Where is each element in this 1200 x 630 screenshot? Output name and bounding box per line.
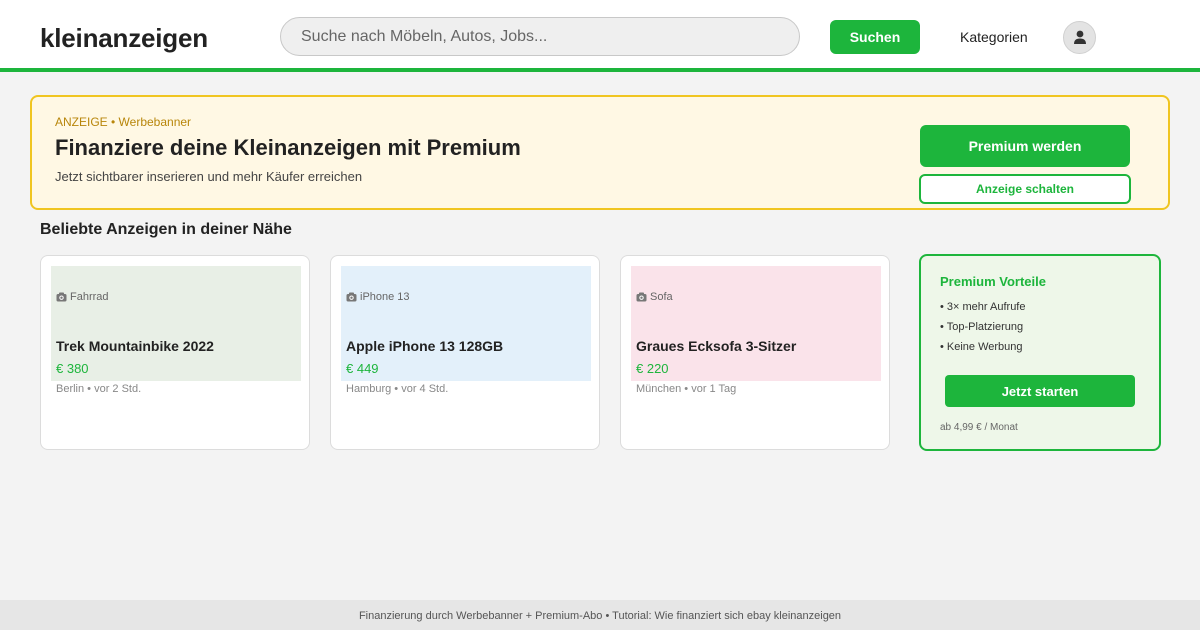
categories-link[interactable]: Kategorien bbox=[960, 29, 1028, 45]
benefits-list: • 3× mehr Aufrufe • Top-Platzierung • Ke… bbox=[940, 301, 1025, 361]
search-button[interactable]: Suchen bbox=[830, 20, 920, 54]
listing-meta: Berlin • vor 2 Std. bbox=[56, 383, 142, 395]
listing-price: € 449 bbox=[346, 361, 379, 376]
benefit-item: • Keine Werbung bbox=[940, 341, 1023, 353]
listing-category-label: Fahrrad bbox=[70, 291, 109, 303]
ad-label: ANZEIGE • Werbebanner bbox=[55, 115, 192, 129]
price-note: ab 4,99 € / Monat bbox=[940, 422, 1018, 433]
avatar[interactable] bbox=[1063, 21, 1096, 54]
image-icon bbox=[636, 292, 647, 302]
listing-price: € 220 bbox=[636, 361, 669, 376]
listing-title[interactable]: Graues Ecksofa 3-Sitzer bbox=[636, 338, 796, 354]
listing-image[interactable]: Fahrrad Trek Mountainbike 2022 € 380 bbox=[51, 266, 301, 381]
listing-image[interactable]: Sofa Graues Ecksofa 3-Sitzer € 220 bbox=[631, 266, 881, 381]
footer-caption: Finanzierung durch Werbebanner + Premium… bbox=[0, 600, 1200, 630]
banner-title: Finanziere deine Kleinanzeigen mit Premi… bbox=[55, 135, 521, 160]
listing-card[interactable]: iPhone 13 Apple iPhone 13 128GB € 449 Ha… bbox=[330, 255, 600, 450]
benefit-item: • 3× mehr Aufrufe bbox=[940, 301, 1026, 313]
listing-price: € 380 bbox=[56, 361, 89, 376]
search-input[interactable] bbox=[280, 17, 800, 56]
listing-image[interactable]: iPhone 13 Apple iPhone 13 128GB € 449 bbox=[341, 266, 591, 381]
user-icon bbox=[1074, 30, 1086, 44]
ad-banner: ANZEIGE • Werbebanner Finanziere deine K… bbox=[30, 95, 1170, 210]
listing-category-label: Sofa bbox=[650, 291, 673, 303]
top-header: kleinanzeigen Suchen Kategorien bbox=[0, 0, 1200, 72]
site-logo[interactable]: kleinanzeigen bbox=[40, 23, 208, 54]
listing-category: Fahrrad bbox=[56, 291, 109, 303]
listing-meta: Hamburg • vor 4 Std. bbox=[346, 383, 449, 395]
listing-category: Sofa bbox=[636, 291, 673, 303]
listing-card[interactable]: Fahrrad Trek Mountainbike 2022 € 380 Ber… bbox=[40, 255, 310, 450]
premium-benefits-title: Premium Vorteile bbox=[940, 274, 1046, 289]
become-premium-button[interactable]: Premium werden bbox=[920, 125, 1130, 167]
listing-title[interactable]: Apple iPhone 13 128GB bbox=[346, 338, 503, 354]
premium-benefits-box: Premium Vorteile • 3× mehr Aufrufe • Top… bbox=[919, 254, 1161, 451]
listing-card[interactable]: Sofa Graues Ecksofa 3-Sitzer € 220 Münch… bbox=[620, 255, 890, 450]
image-icon bbox=[56, 292, 67, 302]
benefit-item: • Top-Platzierung bbox=[940, 321, 1024, 333]
listing-meta: München • vor 1 Tag bbox=[636, 383, 737, 395]
banner-subtitle: Jetzt sichtbarer inserieren und mehr Käu… bbox=[55, 169, 363, 184]
listing-category-label: iPhone 13 bbox=[360, 291, 410, 303]
section-title: Beliebte Anzeigen in deiner Nähe bbox=[40, 221, 292, 238]
start-premium-button[interactable]: Jetzt starten bbox=[945, 375, 1135, 407]
place-ad-button[interactable]: Anzeige schalten bbox=[919, 174, 1131, 204]
listing-category: iPhone 13 bbox=[346, 291, 410, 303]
image-icon bbox=[346, 292, 357, 302]
listing-title[interactable]: Trek Mountainbike 2022 bbox=[56, 338, 214, 354]
